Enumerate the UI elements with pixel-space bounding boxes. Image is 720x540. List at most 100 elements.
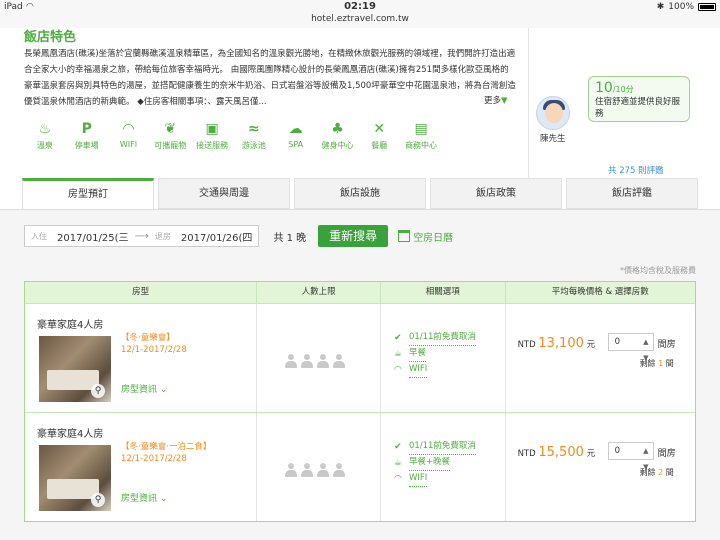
checkout-label: 退房 [154, 231, 171, 241]
table-header: 房型 人數上限 相關選項 平均每晚價格 & 選擇房數 [25, 282, 695, 303]
calendar-label: 空房日曆 [413, 232, 454, 244]
wifi-icon: ◠ [394, 474, 402, 484]
option-label: 01/11前免費取消 [408, 330, 476, 346]
tab-room-booking[interactable]: 房型預訂 [22, 178, 154, 209]
amenity-label: 餐廳 [371, 141, 388, 150]
calendar-icon [398, 230, 411, 242]
option-cancellation[interactable]: ✔ 01/11前免費取消 [393, 330, 476, 346]
chevron-down-icon: ⌄ [159, 385, 168, 395]
price-unit: 元 [586, 340, 596, 350]
coffee-cup-icon: ☕ [393, 458, 402, 468]
score-value: 10 [595, 80, 613, 96]
checkin-date-field[interactable]: 入住 2017/01/25(三 ⟶ 退房 2017/01/26(四 [24, 225, 260, 247]
url-bar[interactable]: hotel.eztravel.com.tw [0, 14, 720, 28]
person-icon [317, 463, 330, 477]
person-icon [333, 463, 346, 477]
room-info-label: 房型資訊 [121, 385, 158, 395]
tab-reviews[interactable]: 飯店評鑑 [566, 178, 698, 209]
amenity-parking: P 停車場 [66, 120, 108, 151]
battery-icon [698, 3, 716, 11]
checkin-value: 2017/01/25(三 [57, 232, 129, 244]
option-meal[interactable]: ☕ 早餐+晚餐 [393, 455, 476, 471]
reviews-count-link[interactable]: 共 275 則評鑑 [608, 164, 664, 176]
business-icon: ▤ [414, 121, 428, 137]
zoom-icon[interactable]: ⚲ [91, 493, 105, 507]
search-again-button[interactable]: 重新搜尋 [318, 225, 389, 247]
amenity-fitness: ♣ 健身中心 [317, 120, 359, 151]
zoom-icon[interactable]: ⚲ [91, 384, 105, 398]
person-icon [317, 354, 330, 368]
price-cell: NTD 13,100 元 0 ▲ ▼ 間房 剩餘 1 間 [506, 304, 695, 412]
tax-note: *價格均含稅及服務費 [620, 266, 696, 275]
more-link[interactable]: 更多▼ [484, 94, 508, 106]
shuttle-icon: ▣ [205, 121, 219, 137]
room-info-label: 房型資訊 [121, 494, 158, 504]
room-price: NTD 15,500 元 [518, 445, 596, 460]
battery-percent: 100% [668, 2, 694, 12]
room-type-cell: 豪華家庭4人房 ⚲ 【冬‧童樂會‧一泊二食】 12/1-2017/2/28 房型資… [25, 413, 258, 521]
tab-policy[interactable]: 飯店政策 [430, 178, 562, 209]
promo-name: 【冬‧童樂會】 [121, 333, 175, 343]
amenity-label: SPA [288, 140, 304, 149]
option-cancellation[interactable]: ✔ 01/11前免費取消 [393, 439, 476, 455]
room-count-value: 0 [614, 446, 620, 456]
rooms-remaining: 剩餘 1 間 [639, 359, 674, 368]
amenity-shuttle: ▣ 接送服務 [191, 120, 233, 151]
room-photo[interactable]: ⚲ [39, 445, 111, 511]
room-unit: 間房 [657, 340, 676, 350]
header-room-type: 房型 [25, 282, 258, 303]
amenity-label: WIFI [119, 140, 138, 149]
hotel-description: 長榮鳳凰酒店(礁溪)坐落於宜蘭縣礁溪溫泉精華區，為全國知名的溫泉觀光勝地，在精緻… [24, 49, 516, 107]
room-count-select[interactable]: 0 ▲ ▼ [607, 333, 654, 362]
room-promo: 【冬‧童樂會】 12/1-2017/2/28 [121, 332, 187, 356]
amenity-wifi: ◠ WIFI [108, 120, 150, 151]
option-meal[interactable]: ☕ 早餐 [393, 346, 476, 362]
amenities-list: ♨ 溫泉 P 停車場 ◠ WIFI ❦ 可攜寵物 ▣ 接送服務 ≈ 游泳池 ☁ SPA ♣ 健身… [24, 120, 442, 151]
check-circle-icon: ✔ [394, 442, 402, 452]
amenity-spa: ☁ SPA [275, 120, 317, 151]
room-info-link[interactable]: 房型資訊 ⌄ [121, 491, 167, 504]
checkout-value: 2017/01/26(四 [180, 232, 253, 244]
header-options: 相關選項 [381, 282, 506, 303]
tab-underline [0, 209, 720, 210]
option-wifi[interactable]: ◠ WIFI [393, 471, 476, 487]
wifi-icon: ◠ [123, 121, 134, 137]
person-icon [285, 354, 298, 368]
amenity-label: 溫泉 [36, 141, 53, 150]
room-count-select[interactable]: 0 ▲ ▼ [607, 442, 654, 471]
options-cell: ✔ 01/11前免費取消 ☕ 早餐 ◠ WIFI [381, 304, 506, 412]
option-label: 早餐 [408, 346, 426, 362]
option-wifi[interactable]: ◠ WIFI [393, 362, 476, 378]
currency: NTD [517, 340, 536, 350]
guest-icons [285, 354, 346, 368]
max-guests-cell [257, 304, 381, 412]
options-cell: ✔ 01/11前免費取消 ☕ 早餐+晚餐 ◠ WIFI [381, 413, 506, 521]
amenity-label: 游泳池 [241, 141, 266, 150]
status-bar: iPad ◠ 02:19 ✱ 100% [0, 0, 720, 14]
option-label: 早餐+晚餐 [408, 455, 451, 471]
arrow-right-icon: ⟶ [134, 230, 149, 242]
amenity-hot-spring: ♨ 溫泉 [24, 120, 66, 151]
table-row: 豪華家庭4人房 ⚲ 【冬‧童樂會‧一泊二食】 12/1-2017/2/28 房型資… [25, 412, 695, 521]
availability-calendar-link[interactable]: 空房日曆 [398, 229, 453, 244]
status-time: 02:19 [344, 1, 376, 12]
tab-transport[interactable]: 交通與周邊 [158, 178, 290, 209]
fitness-icon: ♣ [331, 121, 344, 137]
hotel-features-section: 飯店特色 長榮鳳凰酒店(礁溪)坐落於宜蘭縣礁溪溫泉精華區，為全國知名的溫泉觀光勝… [0, 28, 720, 178]
tab-facilities[interactable]: 飯店設施 [294, 178, 426, 209]
chevron-down-icon: ⌄ [159, 494, 168, 504]
option-label: WIFI [408, 362, 428, 378]
person-icon [301, 354, 314, 368]
amenity-restaurant: ✕ 餐廳 [358, 120, 400, 151]
review-bubble: 10/10分 住宿舒適並提供良好服務 [588, 76, 690, 122]
page-content: 飯店特色 長榮鳳凰酒店(礁溪)坐落於宜蘭縣礁溪溫泉精華區，為全國知名的溫泉觀光勝… [0, 28, 720, 540]
room-count-value: 0 [614, 337, 620, 347]
avatar [536, 96, 570, 130]
room-info-link[interactable]: 房型資訊 ⌄ [121, 382, 167, 395]
review-text: 住宿舒適並提供良好服務 [595, 97, 681, 119]
room-photo[interactable]: ⚲ [39, 336, 111, 402]
more-label: 更多 [484, 96, 502, 106]
price-amount: 13,100 [538, 336, 584, 351]
spa-icon: ☁ [288, 121, 303, 137]
hotel-tabs: 房型預訂 交通與周邊 飯店設施 飯店政策 飯店評鑑 [22, 178, 698, 209]
